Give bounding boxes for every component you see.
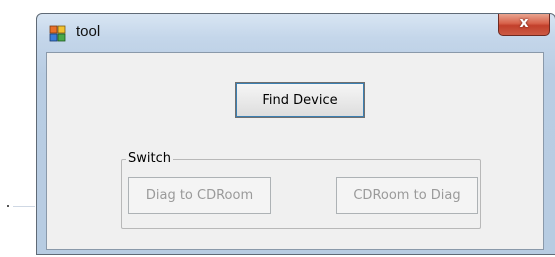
switch-group-label: Switch xyxy=(126,151,173,166)
close-button[interactable]: x xyxy=(498,14,550,36)
application-icon xyxy=(49,25,66,42)
client-area: Find Device Switch Diag to CDRoom CDRoom… xyxy=(46,52,544,250)
edge-dot xyxy=(7,205,9,207)
find-device-button[interactable]: Find Device xyxy=(235,82,365,118)
tool-window: tool x Find Device Switch Diag to CDRoom… xyxy=(36,13,555,255)
close-icon: x xyxy=(519,15,529,31)
window-title: tool xyxy=(76,23,101,40)
edge-line xyxy=(13,206,35,207)
cdroom-to-diag-button[interactable]: CDRoom to Diag xyxy=(336,177,478,214)
title-bar[interactable]: tool x xyxy=(37,14,555,52)
switch-groupbox: Switch Diag to CDRoom CDRoom to Diag xyxy=(121,151,481,229)
diag-to-cdroom-button[interactable]: Diag to CDRoom xyxy=(128,177,271,214)
